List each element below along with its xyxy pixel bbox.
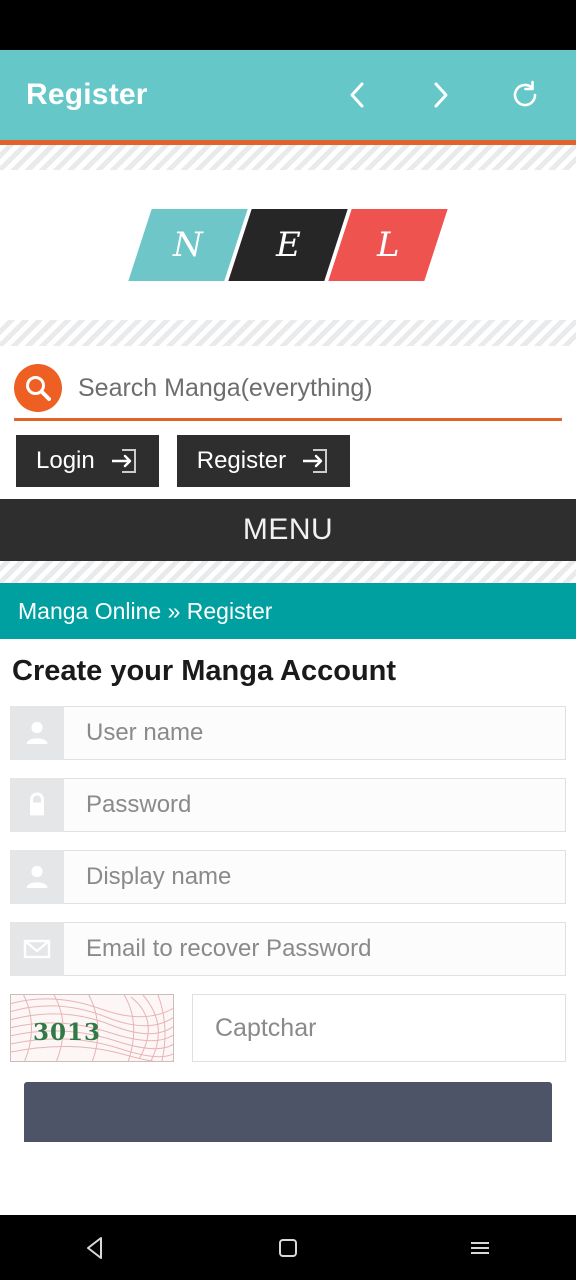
page-title: Register <box>26 78 148 111</box>
search-input[interactable] <box>62 373 562 403</box>
menu-bar[interactable]: MENU <box>0 499 576 561</box>
home-square-icon[interactable] <box>253 1215 323 1280</box>
sign-in-icon <box>300 446 330 476</box>
search-box <box>14 364 562 421</box>
site-logo-area: N E L <box>0 170 576 320</box>
email-input[interactable] <box>64 922 566 976</box>
logo-tile-n: N <box>128 209 248 281</box>
login-button[interactable]: Login <box>16 435 159 487</box>
refresh-icon[interactable] <box>508 78 542 112</box>
browser-header: Register <box>0 50 576 140</box>
user-icon <box>10 850 64 904</box>
site-logo[interactable]: N E L <box>128 209 448 281</box>
breadcrumb-text[interactable]: Manga Online » Register <box>18 598 272 625</box>
sign-in-icon <box>109 446 139 476</box>
auth-buttons-row: Login Register <box>0 421 576 499</box>
envelope-icon <box>10 922 64 976</box>
browser-nav-icons <box>340 78 550 112</box>
back-triangle-icon[interactable] <box>61 1215 131 1280</box>
breadcrumb: Manga Online » Register <box>0 583 576 639</box>
search-section <box>0 346 576 421</box>
hatched-divider-top <box>0 145 576 170</box>
logo-tile-e: E <box>228 209 348 281</box>
search-icon[interactable] <box>14 364 62 412</box>
menu-label: MENU <box>242 513 334 546</box>
field-row-email <box>10 922 566 976</box>
mobile-screen: Register N E L Search Manga(everything) … <box>0 0 576 1280</box>
logo-letter-l: L <box>376 225 400 265</box>
logo-letter-n: N <box>173 225 203 265</box>
hatched-divider-bottom <box>0 561 576 583</box>
chevron-right-icon[interactable] <box>424 78 458 112</box>
submit-button[interactable] <box>24 1082 552 1142</box>
chevron-left-icon[interactable] <box>340 78 374 112</box>
captcha-image[interactable]: 3013 <box>10 994 174 1062</box>
username-input[interactable] <box>64 706 566 760</box>
hatched-divider-middle <box>0 320 576 346</box>
logo-letter-e: E <box>275 225 301 265</box>
register-form: Create your Manga Account User name Disp… <box>0 639 576 1147</box>
captcha-code: 3013 <box>33 1019 102 1046</box>
password-input[interactable] <box>64 778 566 832</box>
field-row-username <box>10 706 566 760</box>
register-button-label: Register <box>196 447 287 474</box>
form-heading: Create your Manga Account <box>12 655 397 687</box>
login-button-label: Login <box>36 447 95 474</box>
register-button[interactable]: Register <box>176 435 351 487</box>
captcha-input[interactable] <box>192 994 566 1062</box>
field-row-password <box>10 778 566 832</box>
android-status-bar <box>0 0 576 50</box>
android-nav-bar <box>0 1215 576 1280</box>
displayname-input[interactable] <box>64 850 566 904</box>
lock-icon <box>10 778 64 832</box>
user-icon <box>10 706 64 760</box>
captcha-row: 3013 <box>10 994 566 1062</box>
logo-tile-l: L <box>328 209 448 281</box>
field-row-displayname <box>10 850 566 904</box>
menu-lines-icon[interactable] <box>445 1215 515 1280</box>
